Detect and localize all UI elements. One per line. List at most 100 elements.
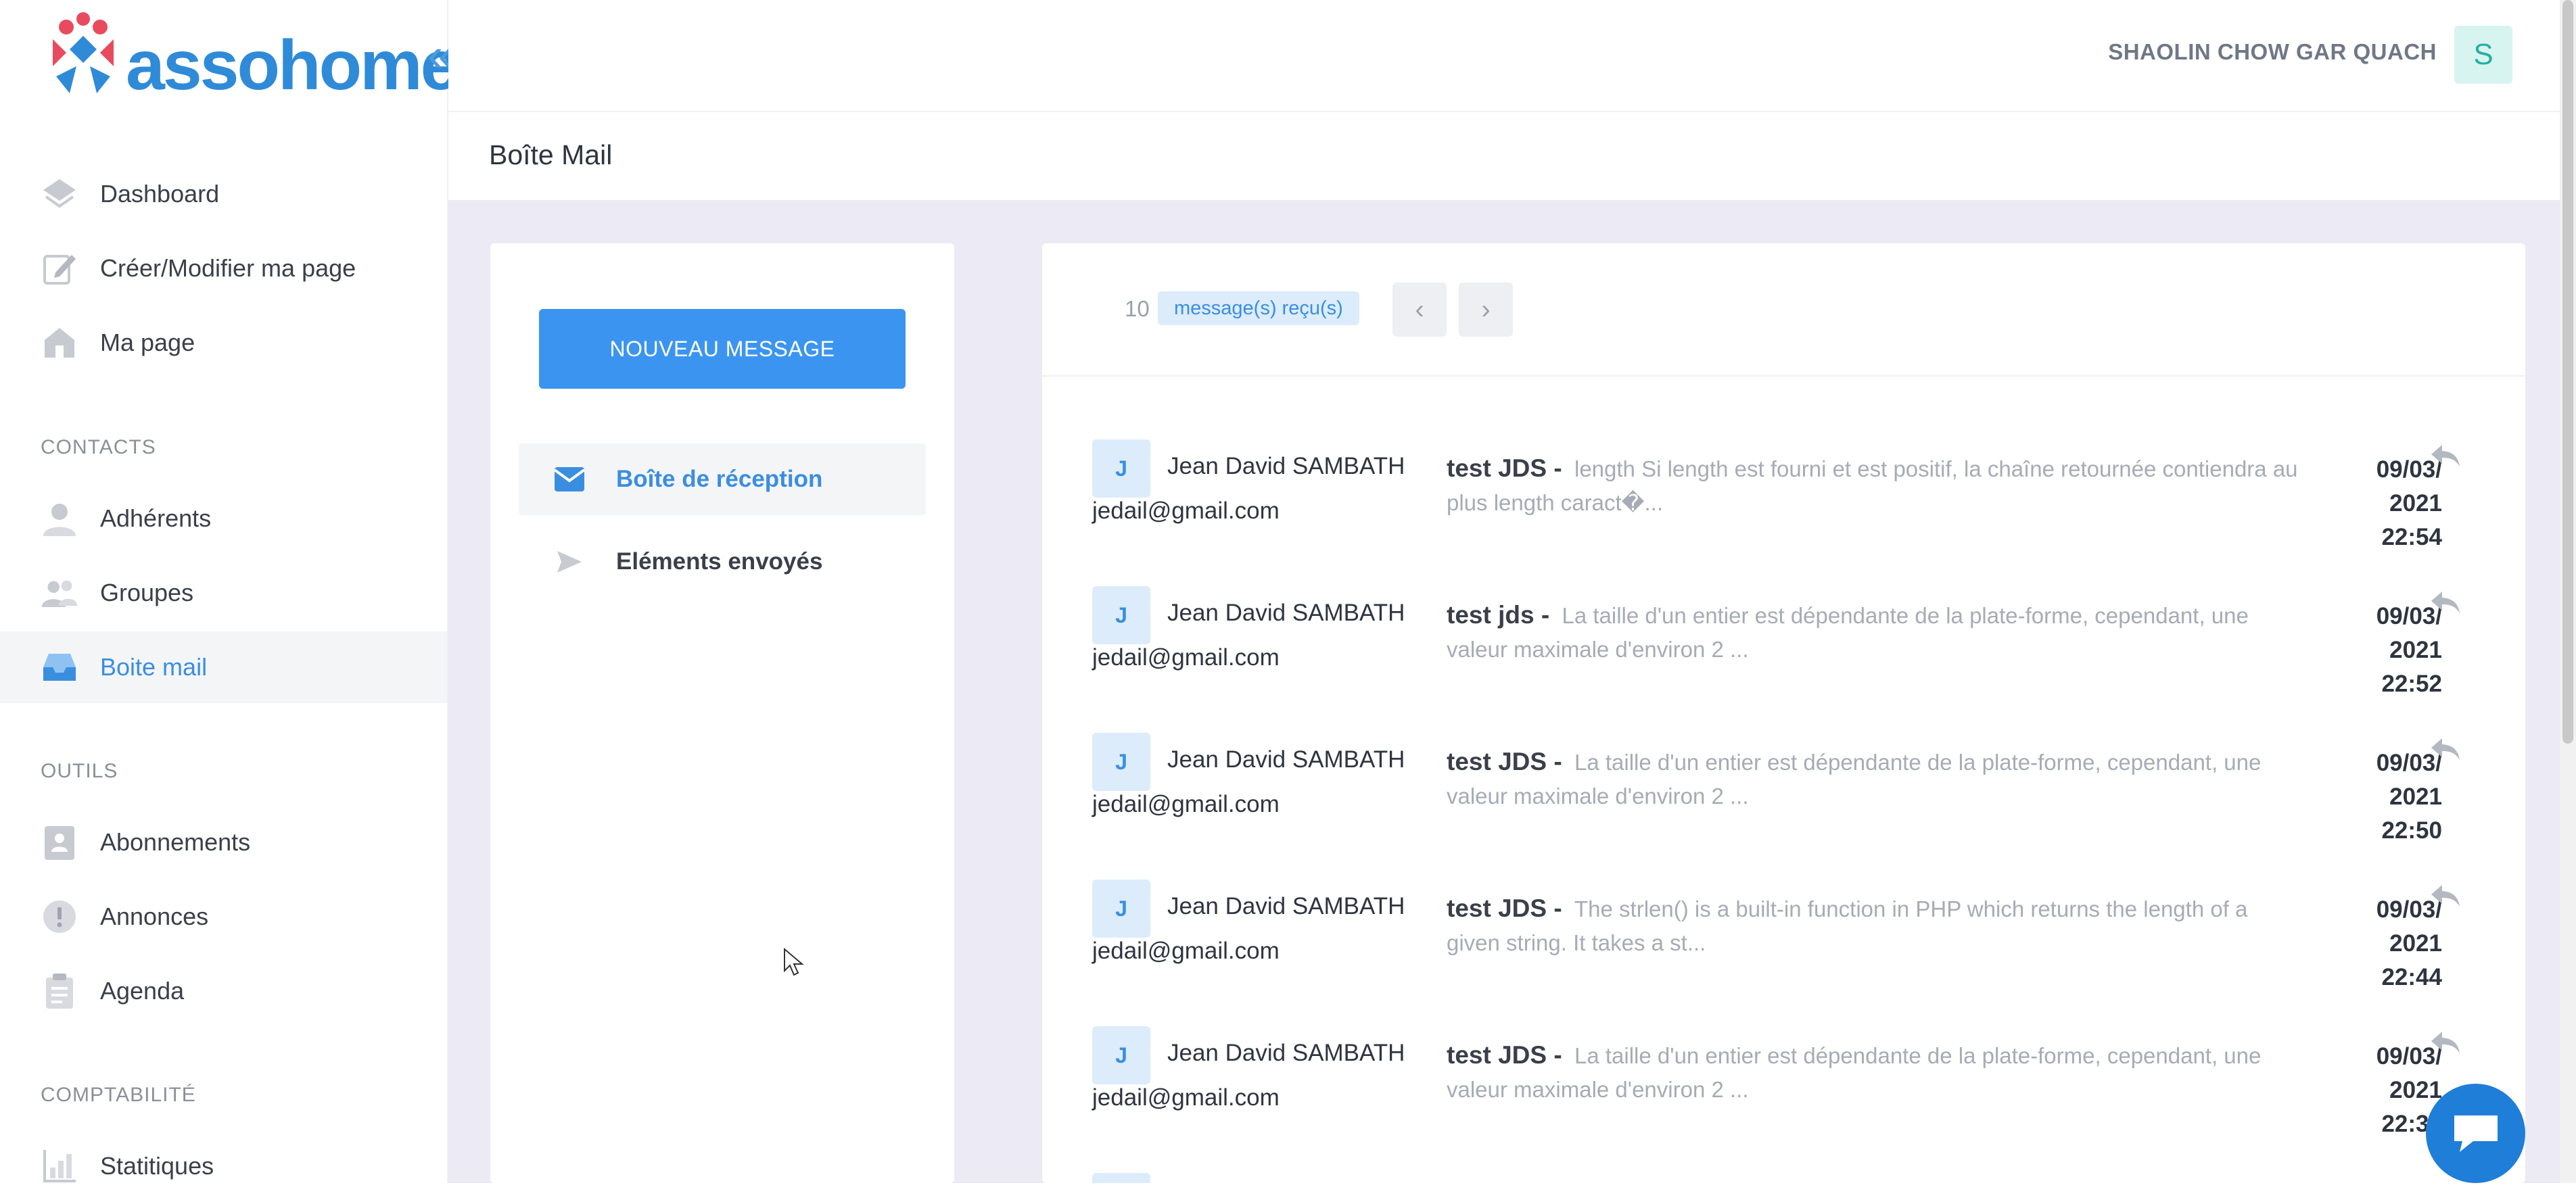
sidebar-item-label: Statitiques [100, 1152, 214, 1180]
sidebar-item-label: Créer/Modifier ma page [100, 254, 356, 282]
page-header: Boîte Mail [448, 112, 2576, 200]
avatar[interactable]: S [2454, 26, 2512, 84]
chevron-left-icon: ‹ [1415, 294, 1424, 324]
message-date: 09/03/2021 22:52 [2320, 600, 2442, 701]
message-row[interactable]: J Jean David SAMBATH jedail@gmail.com te… [1042, 733, 2525, 880]
sidebar-item-boite-mail[interactable]: Boite mail [0, 631, 447, 703]
sender-email: jedail@gmail.com [1092, 644, 1280, 671]
sender-avatar: J [1092, 1026, 1150, 1084]
sidebar-item-label: Abonnements [100, 828, 251, 856]
message-row[interactable]: J Jean David SAMBATH jedail@gmail.com te… [1042, 586, 2525, 733]
next-page-button[interactable]: › [1459, 283, 1513, 337]
message-subject: test JDS - [1447, 454, 1562, 482]
reply-icon[interactable] [2429, 1026, 2462, 1060]
sender-avatar-partial [1092, 1173, 1150, 1183]
message-preview: test jds - La taille d'un entier est dép… [1447, 598, 2305, 667]
sidebar-item-edit-page[interactable]: Créer/Modifier ma page [0, 233, 447, 304]
message-row[interactable]: J Jean David SAMBATH jedail@gmail.com te… [1042, 880, 2525, 1026]
page-title: Boîte Mail [489, 139, 613, 170]
folder-sent[interactable]: Eléments envoyés [519, 526, 926, 598]
date-time: 22:54 [2381, 524, 2442, 550]
sidebar-item-abonnements[interactable]: Abonnements [0, 807, 447, 878]
reply-icon[interactable] [2429, 733, 2462, 767]
sender-name: Jean David SAMBATH [1167, 893, 1405, 919]
sidebar-item-annonces[interactable]: Annonces [0, 881, 447, 953]
scrollbar-thumb[interactable] [2562, 0, 2573, 744]
message-date: 09/03/2021 22:54 [2320, 453, 2442, 554]
message-date: 09/03/2021 22:39 [2320, 1040, 2442, 1141]
sender-email: jedail@gmail.com [1092, 938, 1280, 964]
message-preview: test JDS - The strlen() is a built-in fu… [1447, 892, 2305, 960]
app-logo[interactable]: assohome [39, 12, 459, 107]
sender-name: Jean David SAMBATH [1167, 746, 1405, 773]
reply-icon[interactable] [2429, 439, 2462, 473]
mouse-cursor-icon [784, 948, 804, 976]
mail-list-panel: 10 message(s) reçu(s) ‹ › J Jean David S… [1042, 243, 2525, 1183]
folder-label: Eléments envoyés [616, 548, 823, 575]
date-year: 2021 [2389, 490, 2442, 516]
previous-page-button[interactable]: ‹ [1392, 283, 1447, 337]
sender-avatar: J [1092, 733, 1150, 791]
sidebar-item-dashboard[interactable]: Dashboard [0, 158, 447, 230]
new-message-button[interactable]: NOUVEAU MESSAGE [539, 309, 906, 389]
date-year: 2021 [2389, 637, 2442, 663]
message-preview: test JDS - length Si length est fourni e… [1447, 452, 2305, 520]
sidebar-item-statistiques[interactable]: Statitiques [0, 1130, 447, 1202]
sidebar-item-label: Boite mail [100, 653, 208, 681]
sidebar-item-label: Groupes [100, 579, 194, 606]
sidebar: assohome « Dashboard Créer/Modifier ma p… [0, 0, 459, 1183]
sidebar-item-adherents[interactable]: Adhérents [0, 483, 447, 554]
message-row[interactable]: J Jean David SAMBATH jedail@gmail.com te… [1042, 1026, 2525, 1173]
date-year: 2021 [2389, 1077, 2442, 1103]
sidebar-item-agenda[interactable]: Agenda [0, 955, 447, 1027]
send-icon [553, 545, 586, 579]
bar-chart-icon [41, 1147, 78, 1185]
page-scrollbar[interactable] [2560, 0, 2576, 1183]
date-time: 22:50 [2381, 817, 2442, 844]
clipboard-icon [41, 972, 78, 1010]
sidebar-item-groupes[interactable]: Groupes [0, 557, 447, 629]
sender-avatar: J [1092, 880, 1150, 938]
message-excerpt: La taille d'un entier est dépendante de … [1447, 1043, 2262, 1102]
date-time: 22:44 [2381, 964, 2442, 990]
message-subject: test jds - [1447, 601, 1550, 629]
mail-folders-panel: NOUVEAU MESSAGE Boîte de réception Eléme… [490, 243, 954, 1183]
message-subject: test JDS - [1447, 894, 1562, 922]
reply-icon[interactable] [2429, 586, 2462, 620]
inbox-icon [41, 648, 78, 686]
date-year: 2021 [2389, 930, 2442, 957]
message-excerpt: La taille d'un entier est dépendante de … [1447, 750, 2262, 809]
date-year: 2021 [2389, 784, 2442, 810]
message-row[interactable]: J Jean David SAMBATH jedail@gmail.com te… [1042, 439, 2525, 586]
user-icon [41, 500, 78, 537]
sidebar-item-label: Agenda [100, 977, 185, 1005]
inbox-folder-icon [553, 462, 586, 496]
section-title-contacts: CONTACTS [41, 436, 156, 458]
logo-text: assohome [126, 26, 459, 105]
sidebar-item-label: Ma page [100, 329, 195, 356]
top-header: SHAOLIN CHOW GAR QUACH S [448, 0, 2576, 112]
message-excerpt: The strlen() is a built-in function in P… [1447, 896, 2248, 955]
chevron-right-icon: › [1481, 294, 1491, 324]
sender-email: jedail@gmail.com [1092, 791, 1280, 817]
section-title-comptabilite: COMPTABILITÉ [41, 1084, 196, 1106]
message-excerpt: La taille d'un entier est dépendante de … [1447, 603, 2249, 662]
folder-inbox[interactable]: Boîte de réception [519, 443, 926, 515]
alert-icon [41, 898, 78, 936]
sender-avatar: J [1092, 439, 1150, 498]
user-name[interactable]: SHAOLIN CHOW GAR QUACH [2108, 39, 2437, 65]
chat-button[interactable] [2426, 1084, 2525, 1183]
sidebar-item-my-page[interactable]: Ma page [0, 307, 447, 379]
sender-name: Jean David SAMBATH [1167, 600, 1405, 626]
message-count-badge: message(s) reçu(s) [1158, 291, 1359, 325]
reply-icon[interactable] [2429, 880, 2462, 913]
sidebar-item-label: Adhérents [100, 504, 212, 532]
message-excerpt: length Si length est fourni et est posit… [1447, 456, 2298, 515]
layers-icon [41, 175, 78, 213]
id-card-icon [41, 823, 78, 861]
sender-name: Jean David SAMBATH [1167, 453, 1405, 479]
message-count: 10 [1125, 296, 1150, 321]
sidebar-item-label: Annonces [100, 903, 209, 930]
logo-mark-icon [53, 12, 114, 93]
chat-icon [2454, 1115, 2498, 1152]
